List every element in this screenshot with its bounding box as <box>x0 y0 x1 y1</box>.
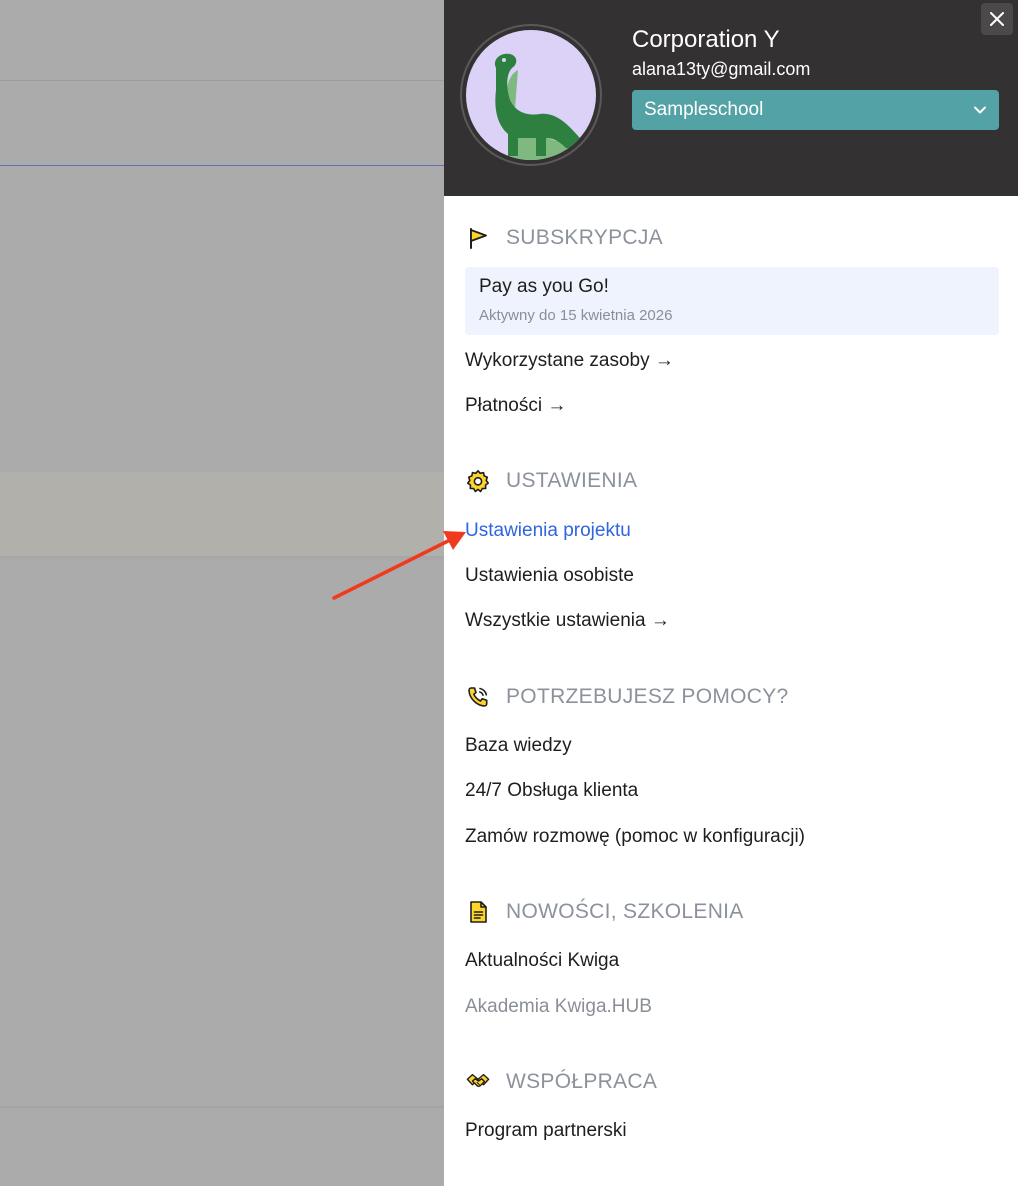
section-help: POTRZEBUJESZ POMOCY? <box>466 683 789 711</box>
link-customer-support[interactable]: 24/7 Obsługa klienta <box>465 780 638 802</box>
section-subscription: SUBSKRYPCJA <box>466 224 663 252</box>
organization-name: Corporation Y <box>632 26 780 53</box>
page-overlay[interactable] <box>0 0 444 1186</box>
gear-icon <box>466 469 490 493</box>
background-divider <box>0 80 444 81</box>
section-title: NOWOŚCI, SZKOLENIA <box>506 900 744 923</box>
link-used-resources[interactable]: Wykorzystane zasoby → <box>465 350 674 372</box>
document-icon <box>466 900 490 924</box>
section-partnership: WSPÓŁPRACA <box>466 1068 657 1096</box>
background-divider-accent <box>0 165 444 166</box>
link-book-call[interactable]: Zamów rozmowę (pomoc w konfiguracji) <box>465 826 805 848</box>
background-panel <box>0 472 444 556</box>
school-select[interactable]: Sampleschool <box>632 90 999 130</box>
avatar[interactable] <box>460 24 602 166</box>
link-partner-program[interactable]: Program partnerski <box>465 1120 627 1142</box>
background-divider-bottom <box>0 1106 444 1108</box>
link-all-settings[interactable]: Wszystkie ustawienia → <box>465 610 670 632</box>
section-title: POTRZEBUJESZ POMOCY? <box>506 685 789 708</box>
screen: Corporation Y alana13ty@gmail.com Sample… <box>0 0 1018 1186</box>
link-kwiga-academy[interactable]: Akademia Kwiga.HUB <box>465 996 652 1018</box>
link-project-settings[interactable]: Ustawienia projektu <box>465 520 631 542</box>
subscription-plan-card: Pay as you Go! Aktywny do 15 kwietnia 20… <box>465 267 999 335</box>
link-knowledge-base[interactable]: Baza wiedzy <box>465 735 572 757</box>
link-personal-settings[interactable]: Ustawienia osobiste <box>465 565 634 587</box>
plan-status: Aktywny do 15 kwietnia 2026 <box>479 307 673 324</box>
handshake-icon <box>466 1070 490 1094</box>
link-payments[interactable]: Płatności → <box>465 395 566 417</box>
section-news: NOWOŚCI, SZKOLENIA <box>466 898 744 926</box>
section-title: SUBSKRYPCJA <box>506 226 663 249</box>
user-email: alana13ty@gmail.com <box>632 59 811 79</box>
dinosaur-icon <box>466 30 596 160</box>
plan-name: Pay as you Go! <box>479 276 609 297</box>
school-select-value: Sampleschool <box>644 99 764 120</box>
close-button[interactable] <box>981 3 1013 35</box>
close-icon <box>990 12 1004 26</box>
section-title: WSPÓŁPRACA <box>506 1070 658 1093</box>
flag-icon <box>466 226 490 250</box>
profile-drawer: Corporation Y alana13ty@gmail.com Sample… <box>444 0 1018 1186</box>
section-title: USTAWIENIA <box>506 469 638 492</box>
chevron-down-icon <box>974 106 986 114</box>
background-panel-shadow <box>0 556 444 562</box>
drawer-header: Corporation Y alana13ty@gmail.com Sample… <box>444 0 1018 196</box>
section-settings: USTAWIENIA <box>466 467 637 495</box>
phone-icon <box>466 685 490 709</box>
link-kwiga-news[interactable]: Aktualności Kwiga <box>465 950 619 972</box>
